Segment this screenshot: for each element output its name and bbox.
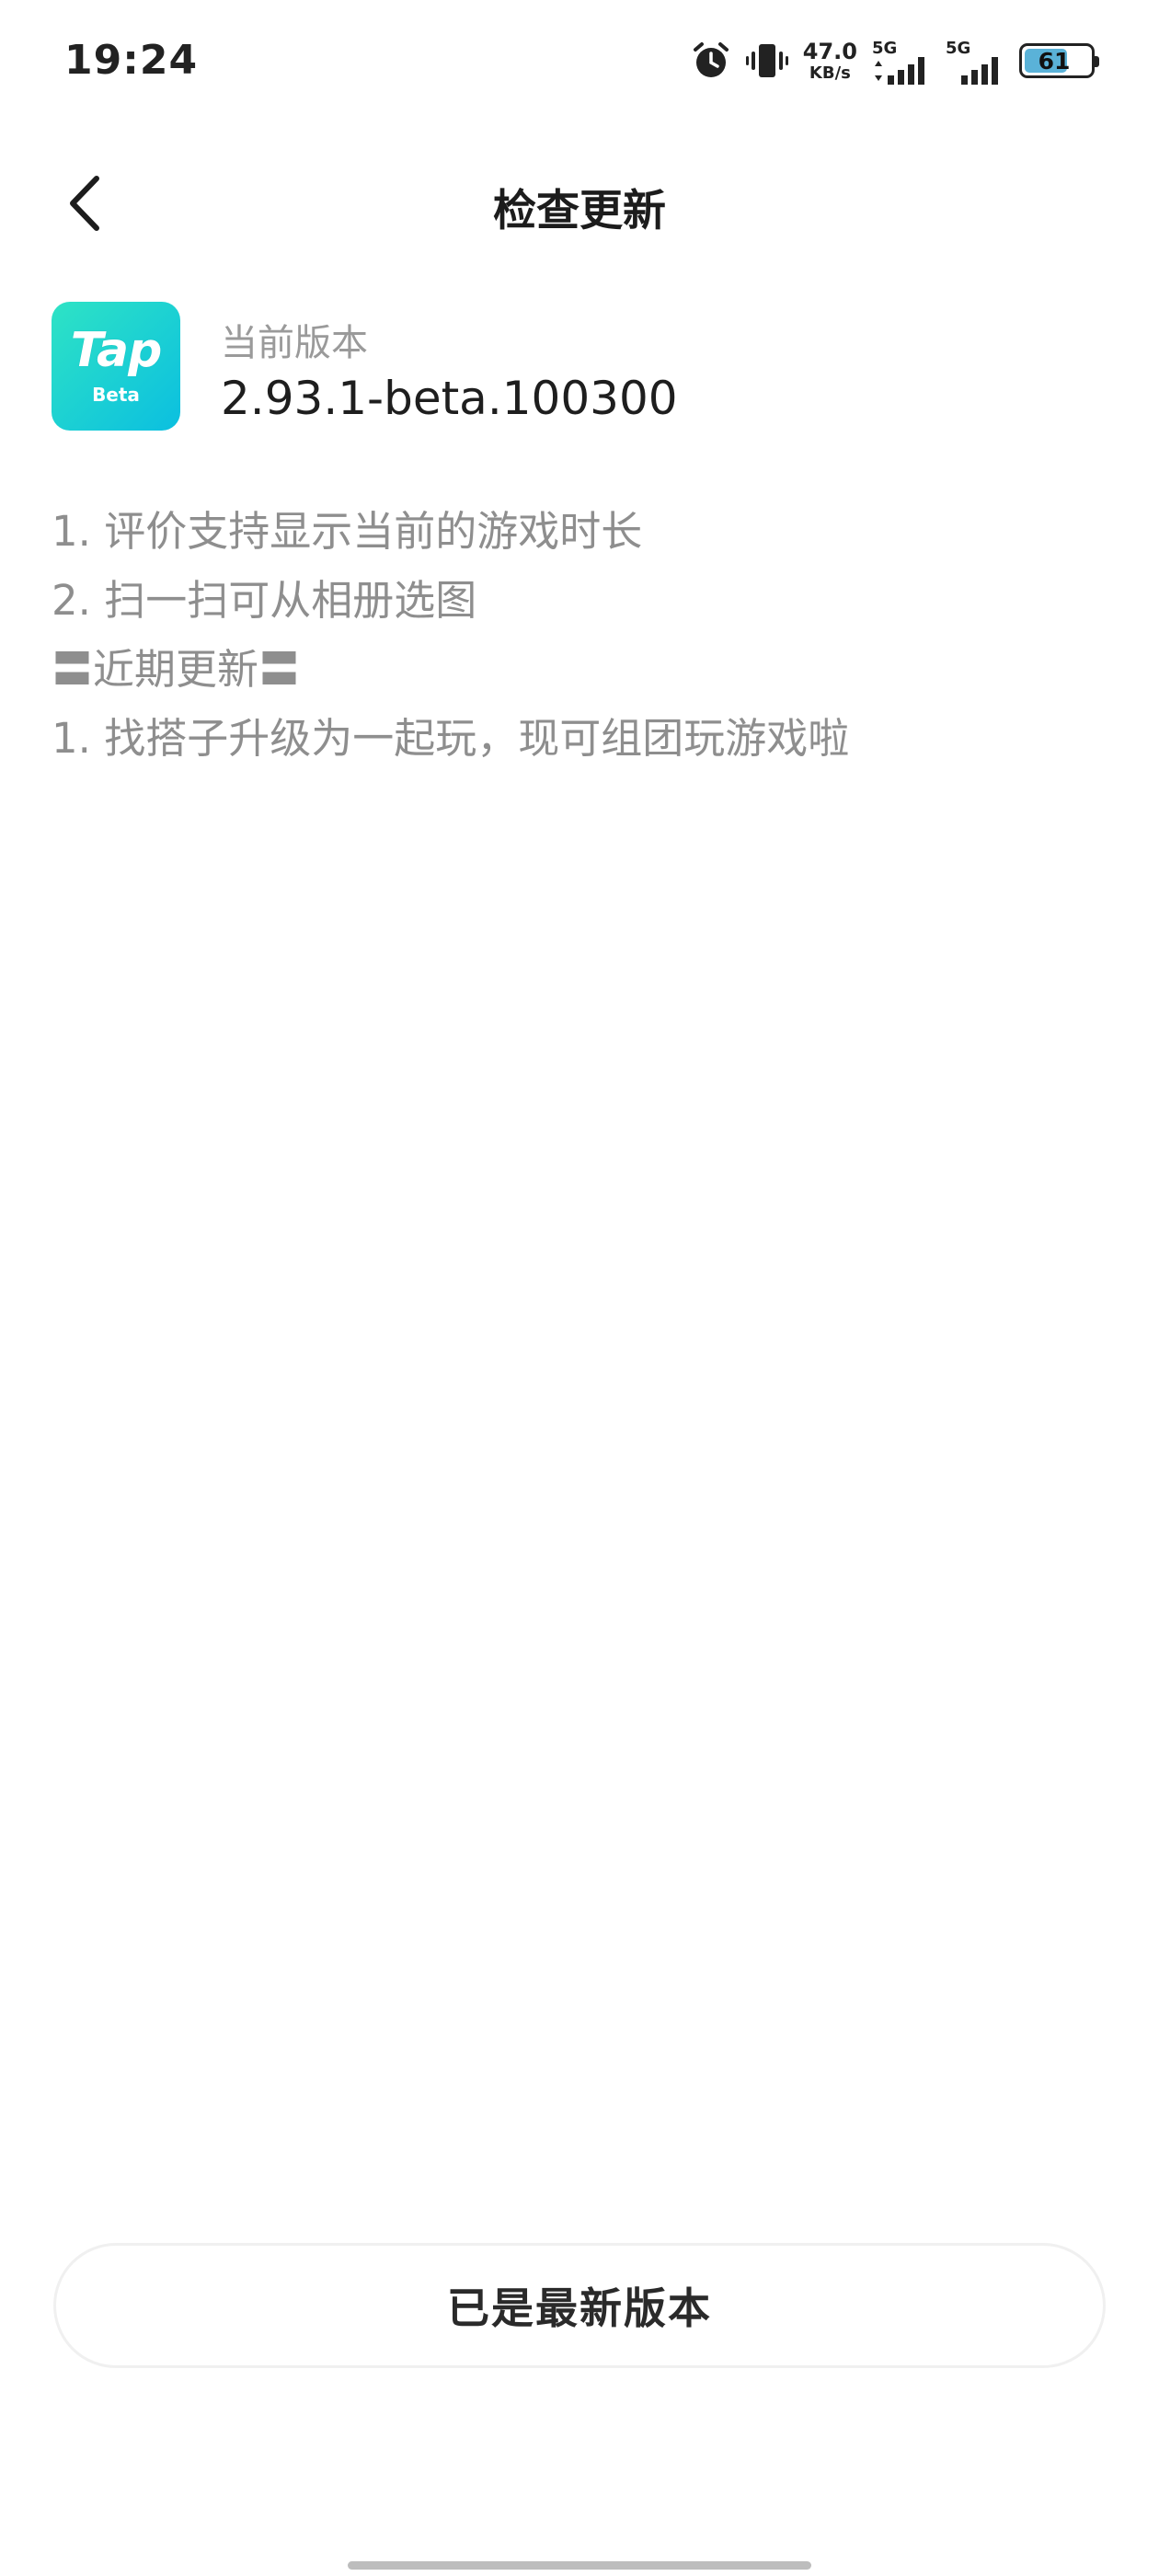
status-icons: 47.0 KB/s 5G 5G 61 [691,35,1099,86]
page-title: 检查更新 [493,186,666,236]
signal-icon [875,57,924,85]
current-version-value: 2.93.1-beta.100300 [221,372,678,425]
app-logo-subtext: Beta [92,384,140,406]
sim2-label: 5G [946,39,971,58]
sim1-label: 5G [872,39,898,58]
network-speed: 47.0 KB/s [802,38,857,83]
signal-icon [961,57,998,85]
app-logo-text: Tap [70,323,163,378]
release-note-section-heading: 〓近期更新〓 [52,645,301,694]
alarm-icon [691,40,731,81]
nav-bar: 检查更新 [0,156,1159,248]
current-version-label: 当前版本 [221,322,368,364]
release-notes: 1. 评价支持显示当前的游戏时长 2. 扫一扫可从相册选图 〓近期更新〓 1. … [52,497,1109,773]
status-bar: 19:24 47.0 KB/s 5G 5G 61 [0,0,1159,129]
check-update-button[interactable]: 已是最新版本 [53,2243,1106,2368]
vibrate-icon [745,40,788,81]
sim1-signal: 5G [872,37,931,85]
status-time: 19:24 [64,37,199,84]
app-logo: Tap Beta [52,302,180,431]
home-indicator[interactable] [348,2561,811,2570]
sim2-signal: 5G [946,37,1004,85]
battery-icon: 61 [1019,43,1099,78]
release-note: 1. 找搭子升级为一起玩，现可组团玩游戏啦 [52,714,850,763]
release-note: 2. 扫一扫可从相册选图 [52,576,477,625]
release-note: 1. 评价支持显示当前的游戏时长 [52,507,643,556]
battery-level: 61 [1038,47,1071,75]
